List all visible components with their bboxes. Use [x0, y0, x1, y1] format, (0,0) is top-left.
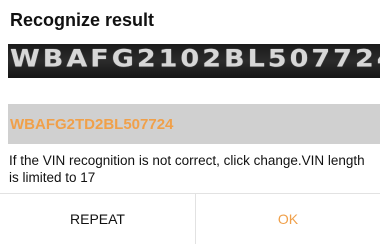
vin-scan-image: WBAFG2102BL507724: [8, 44, 380, 78]
repeat-button[interactable]: REPEAT: [0, 194, 195, 244]
vin-image-text: WBAFG2102BL507724: [10, 45, 380, 73]
vin-input[interactable]: [8, 104, 380, 144]
ok-button[interactable]: OK: [196, 194, 380, 244]
recognize-result-dialog: Recognize result WBAFG2102BL507724 If th…: [0, 0, 380, 244]
dialog-title: Recognize result: [10, 10, 155, 30]
hint-text: If the VIN recognition is not correct, c…: [9, 153, 365, 185]
